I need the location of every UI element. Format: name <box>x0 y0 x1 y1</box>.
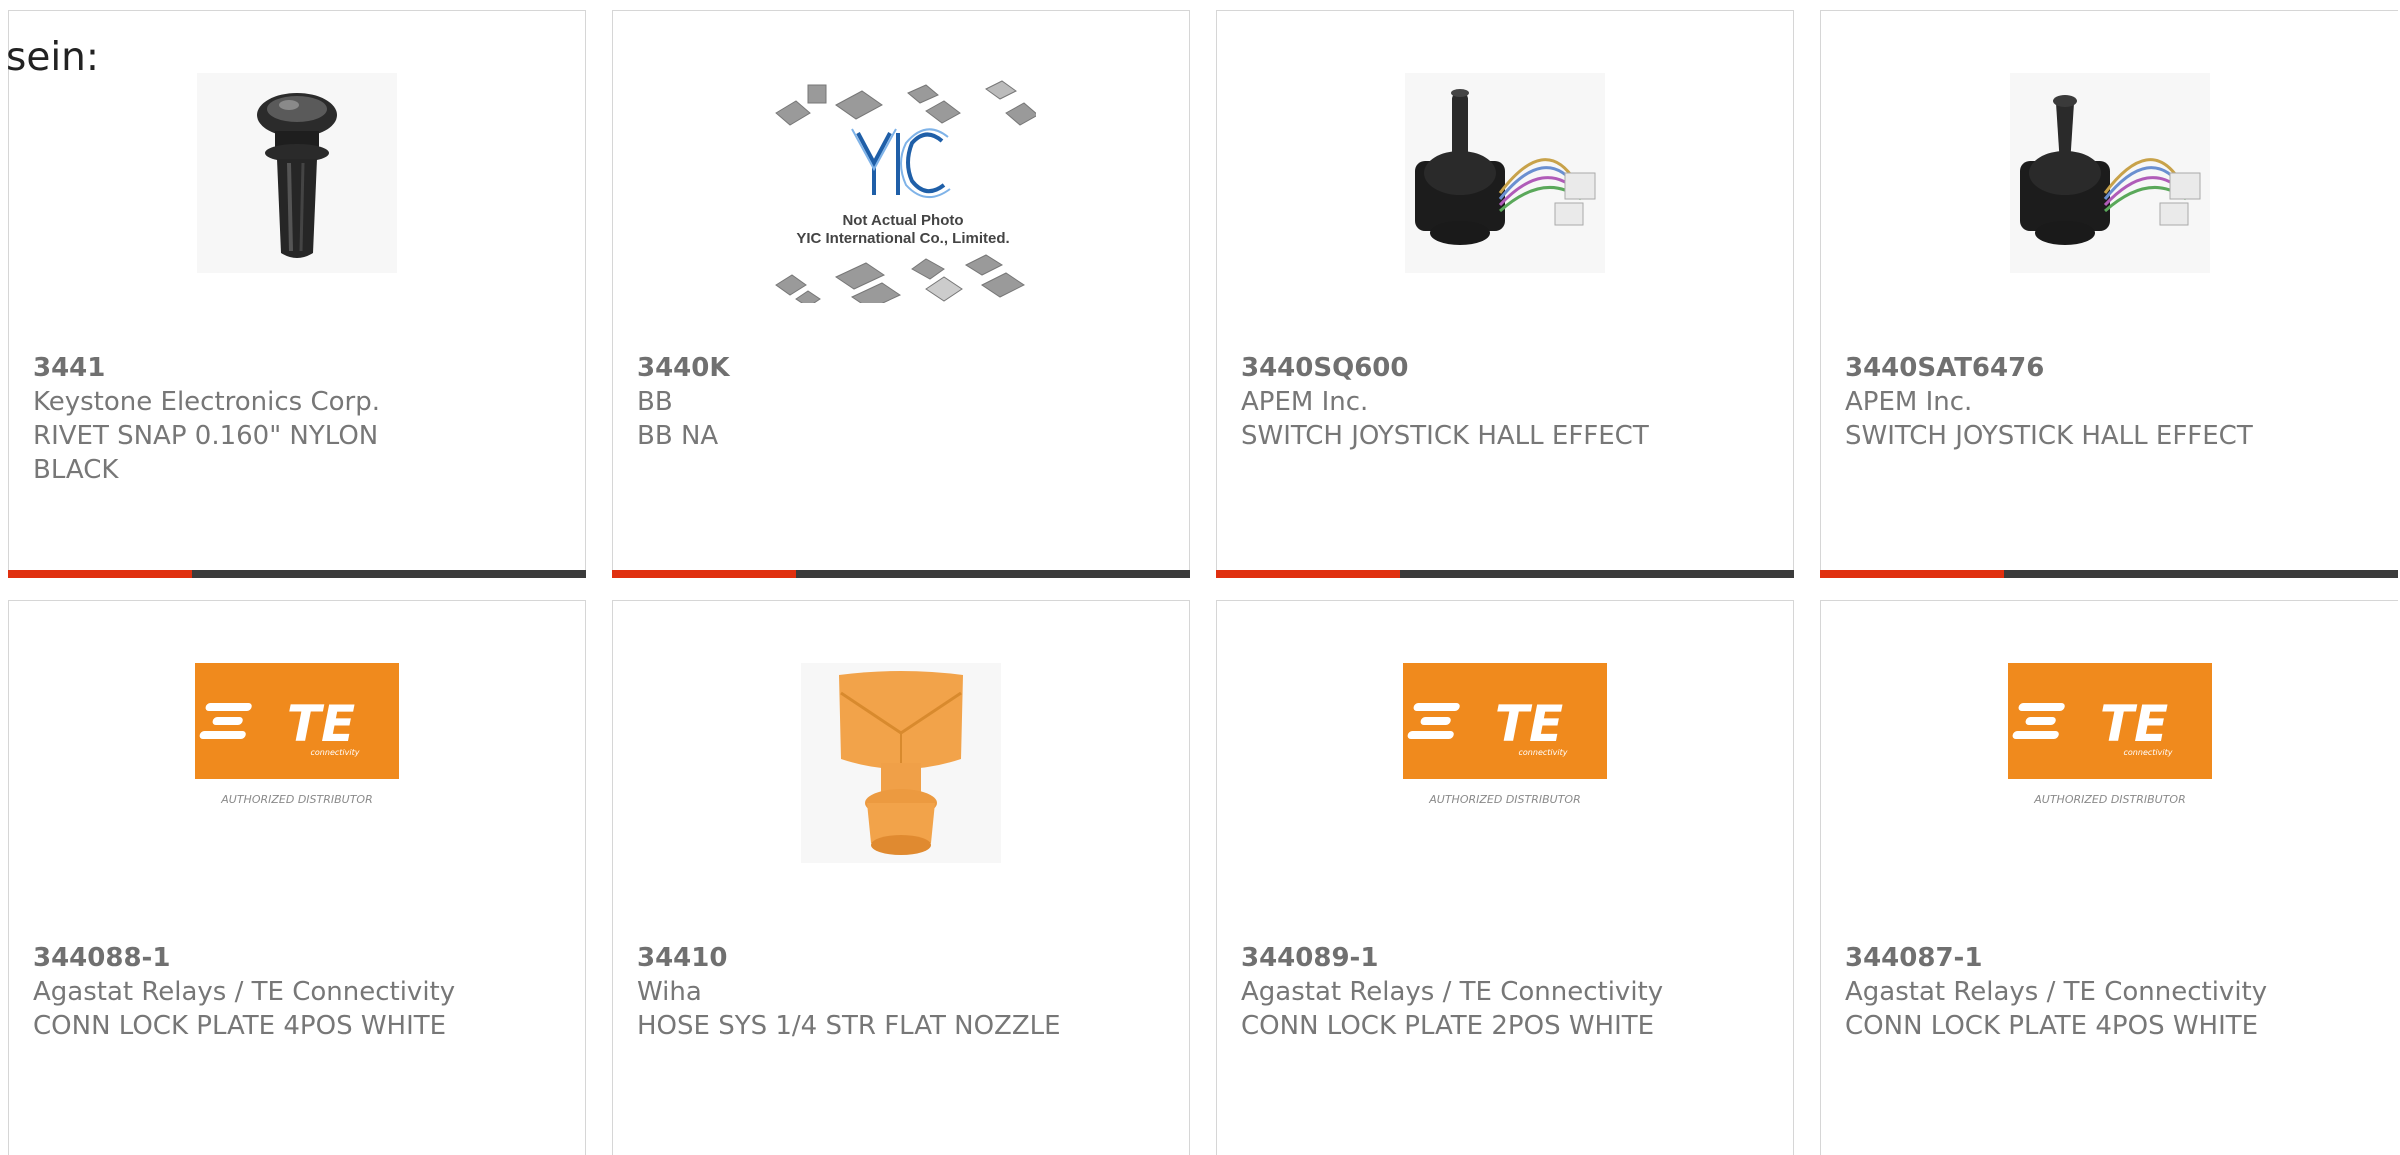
product-card[interactable]: Not Actual Photo YIC International Co., … <box>612 10 1190 578</box>
product-card[interactable]: 3440SQ600 APEM Inc. SWITCH JOYSTICK HALL… <box>1216 10 1794 578</box>
card-bottom-bar <box>612 570 1190 578</box>
product-image: Not Actual Photo YIC International Co., … <box>613 73 1189 353</box>
joystick-icon <box>1405 73 1605 273</box>
product-image <box>1217 73 1793 353</box>
image-company: YIC International Co., Limited. <box>796 230 1009 247</box>
manufacturer: BB <box>637 387 673 417</box>
product-image <box>9 73 585 353</box>
card-bottom-bar <box>8 570 586 578</box>
product-card[interactable]: 3441 Keystone Electronics Corp. RIVET SN… <box>8 10 586 578</box>
description: HOSE SYS 1/4 STR FLAT NOZZLE <box>637 1011 1061 1041</box>
image-note: Not Actual Photo <box>842 212 963 229</box>
te-logo-caption: AUTHORIZED DISTRIBUTOR <box>220 793 373 806</box>
product-image: TE connectivity AUTHORIZED DISTRIBUTOR <box>1217 663 1793 943</box>
manufacturer: Agastat Relays / TE Connectivity <box>1845 977 2268 1007</box>
manufacturer: Keystone Electronics Corp. <box>33 387 381 417</box>
rivet-icon <box>197 73 397 273</box>
joystick-icon <box>2009 73 2210 273</box>
card-accent-bar <box>8 570 192 578</box>
product-image <box>613 663 1189 943</box>
product-card[interactable]: TE connectivity AUTHORIZED DISTRIBUTOR 3… <box>8 600 586 1155</box>
te-logo-text: TE <box>2099 695 2167 753</box>
manufacturer: Wiha <box>637 977 702 1007</box>
card-bottom-bar <box>1820 570 2398 578</box>
description: CONN LOCK PLATE 2POS WHITE <box>1241 1011 1655 1041</box>
part-number[interactable]: 344089-1 <box>1241 941 1769 975</box>
card-accent-bar <box>1216 570 1400 578</box>
card-accent-bar <box>612 570 796 578</box>
intro-text: sein: <box>6 35 100 80</box>
product-grid: 3441 Keystone Electronics Corp. RIVET SN… <box>8 10 2400 1155</box>
part-number[interactable]: 3440K <box>637 351 1165 385</box>
part-number[interactable]: 3441 <box>33 351 561 385</box>
product-image: TE connectivity AUTHORIZED DISTRIBUTOR <box>9 663 585 943</box>
te-logo: TE connectivity AUTHORIZED DISTRIBUTOR <box>195 663 399 806</box>
product-image: TE connectivity AUTHORIZED DISTRIBUTOR <box>1821 663 2398 943</box>
te-logo: TE connectivity AUTHORIZED DISTRIBUTOR <box>1403 663 1607 806</box>
placeholder-chips-icon: Not Actual Photo YIC International Co., … <box>775 80 1036 303</box>
description: SWITCH JOYSTICK HALL EFFECT <box>1241 421 1649 451</box>
card-bottom-bar <box>1216 570 1794 578</box>
te-logo-sub: connectivity <box>311 748 360 757</box>
part-number[interactable]: 34410 <box>637 941 1165 975</box>
description: BB NA <box>637 421 719 451</box>
te-logo: TE connectivity AUTHORIZED DISTRIBUTOR <box>2007 663 2212 806</box>
product-listing-page: sein: 3441 Keystone Electronics Corp. RI… <box>0 0 2400 1155</box>
manufacturer: APEM Inc. <box>1845 387 1973 417</box>
manufacturer: Agastat Relays / TE Connectivity <box>33 977 456 1007</box>
product-image <box>1821 73 2398 353</box>
product-card[interactable]: TE connectivity AUTHORIZED DISTRIBUTOR 3… <box>1216 600 1794 1155</box>
manufacturer: Agastat Relays / TE Connectivity <box>1241 977 1664 1007</box>
product-card[interactable]: 3440SAT6476 APEM Inc. SWITCH JOYSTICK HA… <box>1820 10 2398 578</box>
te-logo-text: TE <box>1495 695 1563 753</box>
description: SWITCH JOYSTICK HALL EFFECT <box>1845 421 2253 451</box>
description: CONN LOCK PLATE 4POS WHITE <box>1845 1011 2259 1041</box>
manufacturer: APEM Inc. <box>1241 387 1369 417</box>
description: RIVET SNAP 0.160" NYLON BLACK <box>33 421 379 485</box>
part-number[interactable]: 344088-1 <box>33 941 561 975</box>
te-logo-caption: AUTHORIZED DISTRIBUTOR <box>2033 793 2186 806</box>
product-card[interactable]: 34410 Wiha HOSE SYS 1/4 STR FLAT NOZZLE <box>612 600 1190 1155</box>
card-accent-bar <box>1820 570 2004 578</box>
te-logo-caption: AUTHORIZED DISTRIBUTOR <box>1428 793 1581 806</box>
te-logo-sub: connectivity <box>1519 748 1568 757</box>
te-logo-sub: connectivity <box>2123 748 2172 757</box>
part-number[interactable]: 3440SAT6476 <box>1845 351 2374 385</box>
part-number[interactable]: 344087-1 <box>1845 941 2374 975</box>
product-card[interactable]: TE connectivity AUTHORIZED DISTRIBUTOR 3… <box>1820 600 2398 1155</box>
part-number[interactable]: 3440SQ600 <box>1241 351 1769 385</box>
nozzle-icon <box>801 663 1001 863</box>
description: CONN LOCK PLATE 4POS WHITE <box>33 1011 447 1041</box>
te-logo-text: TE <box>287 695 355 753</box>
